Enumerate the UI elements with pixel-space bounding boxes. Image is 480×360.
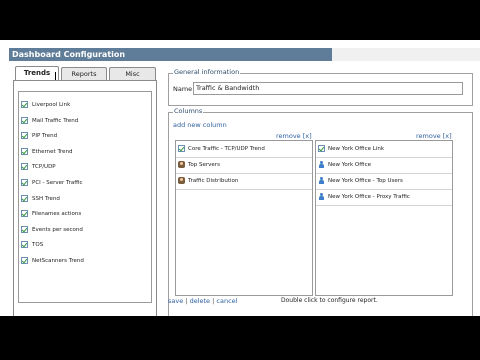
people-icon	[178, 161, 185, 168]
tab-bar: Trends Reports Misc	[13, 66, 158, 80]
checkbox-checked-icon[interactable]	[21, 163, 28, 171]
report-label: New York Office - Top Users	[328, 178, 403, 184]
report-item[interactable]: Traffic Distribution	[176, 174, 312, 190]
user-icon	[318, 177, 325, 184]
report-label: New York Office	[328, 162, 371, 168]
trend-item[interactable]: TCP/UDP	[19, 160, 151, 174]
window-title: Dashboard Configuration	[9, 48, 335, 61]
name-label: Name	[173, 85, 193, 93]
name-input[interactable]: Traffic & Bandwidth	[193, 82, 463, 95]
trend-item[interactable]: Liverpool Link	[19, 98, 151, 112]
trend-item[interactable]: NetScanners Trend	[19, 254, 151, 268]
report-item[interactable]: Core Traffic - TCP/UDP Trend	[176, 142, 312, 158]
checkbox-checked-icon[interactable]	[21, 194, 28, 202]
trend-item[interactable]: Ethernet Trend	[19, 145, 151, 159]
trend-item[interactable]: PIP Trend	[19, 129, 151, 143]
trend-item[interactable]: SSH Trend	[19, 192, 151, 206]
add-new-column-link[interactable]: add new column	[173, 121, 227, 129]
report-label: New York Office - Proxy Traffic	[328, 194, 410, 200]
footer-separator: |	[212, 297, 215, 305]
trend-label: NetScanners Trend	[32, 258, 84, 264]
trends-list[interactable]: Liverpool Link Mail Traffic Trend PIP Tren…	[18, 91, 152, 303]
checkbox-checked-icon[interactable]	[21, 101, 28, 108]
checkbox-checked-icon[interactable]	[21, 210, 28, 218]
column-2-list[interactable]: New York Office Link New York Office New Y…	[315, 140, 453, 296]
checkbox-checked-icon[interactable]	[21, 132, 28, 140]
trend-label: SSH Trend	[32, 195, 60, 202]
delete-link[interactable]: delete	[190, 297, 210, 305]
report-label: New York Office Link	[328, 146, 384, 152]
titlebar-spacer	[332, 48, 480, 61]
trend-label: Ethernet Trend	[32, 148, 73, 155]
trend-label: TCP/UDP	[32, 164, 56, 171]
trend-item[interactable]: Mail Traffic Trend	[19, 114, 151, 128]
report-label: Traffic Distribution	[188, 178, 239, 184]
cancel-link[interactable]: cancel	[216, 297, 237, 305]
tab-trends[interactable]: Trends	[15, 66, 59, 80]
check-icon	[178, 145, 185, 152]
trend-item[interactable]: TOS	[19, 238, 151, 252]
user-icon	[318, 193, 325, 200]
trend-label: Mail Traffic Trend	[32, 117, 79, 124]
checkbox-checked-icon[interactable]	[21, 257, 28, 264]
trend-label: Liverpool Link	[32, 102, 71, 108]
general-information-legend: General information	[173, 68, 241, 76]
configure-hint: Double click to configure report.	[281, 297, 378, 304]
report-item[interactable]: Top Servers	[176, 158, 312, 174]
checkbox-checked-icon[interactable]	[21, 225, 28, 233]
trend-label: TOS	[32, 242, 44, 249]
report-item[interactable]: New York Office - Top Users	[316, 174, 452, 190]
remove-column-2-link[interactable]: remove [x]	[416, 132, 452, 140]
trend-label: PCI - Server Traffic	[32, 180, 83, 186]
report-item[interactable]: New York Office Link	[316, 142, 452, 158]
trend-item[interactable]: Events per second	[19, 223, 151, 237]
trend-item[interactable]: PCI - Server Traffic	[19, 176, 151, 190]
footer-separator: |	[185, 297, 188, 305]
general-information-group: General information Name Traffic & Bandw…	[168, 68, 473, 106]
report-label: Core Traffic - TCP/UDP Trend	[188, 146, 265, 152]
checkbox-checked-icon[interactable]	[21, 179, 28, 186]
footer-actions: save | delete | cancel	[168, 297, 237, 305]
checkbox-checked-icon[interactable]	[21, 116, 28, 124]
trend-item[interactable]: Filenames actions	[19, 207, 151, 221]
columns-group: Columns add new column remove [x] remove…	[168, 107, 473, 316]
dashboard-config-window: Dashboard Configuration Trends Reports M…	[0, 40, 480, 316]
save-link[interactable]: save	[168, 297, 183, 305]
checkbox-checked-icon[interactable]	[21, 241, 28, 249]
report-item[interactable]: New York Office - Proxy Traffic	[316, 190, 452, 206]
trend-label: Events per second	[32, 226, 83, 233]
trend-label: Filenames actions	[32, 211, 82, 218]
tab-misc[interactable]: Misc	[109, 67, 156, 80]
column-1-list[interactable]: Core Traffic - TCP/UDP Trend Top Servers T…	[175, 140, 313, 296]
user-icon	[318, 161, 325, 168]
trend-label: PIP Trend	[32, 133, 58, 140]
report-label: Top Servers	[188, 162, 220, 168]
tab-reports[interactable]: Reports	[61, 67, 107, 80]
trends-panel: Liverpool Link Mail Traffic Trend PIP Tren…	[13, 80, 157, 316]
report-item[interactable]: New York Office	[316, 158, 452, 174]
columns-legend: Columns	[173, 107, 204, 115]
check-icon	[318, 145, 325, 152]
checkbox-checked-icon[interactable]	[21, 147, 28, 155]
people-icon	[178, 177, 185, 184]
remove-column-1-link[interactable]: remove [x]	[276, 132, 312, 140]
